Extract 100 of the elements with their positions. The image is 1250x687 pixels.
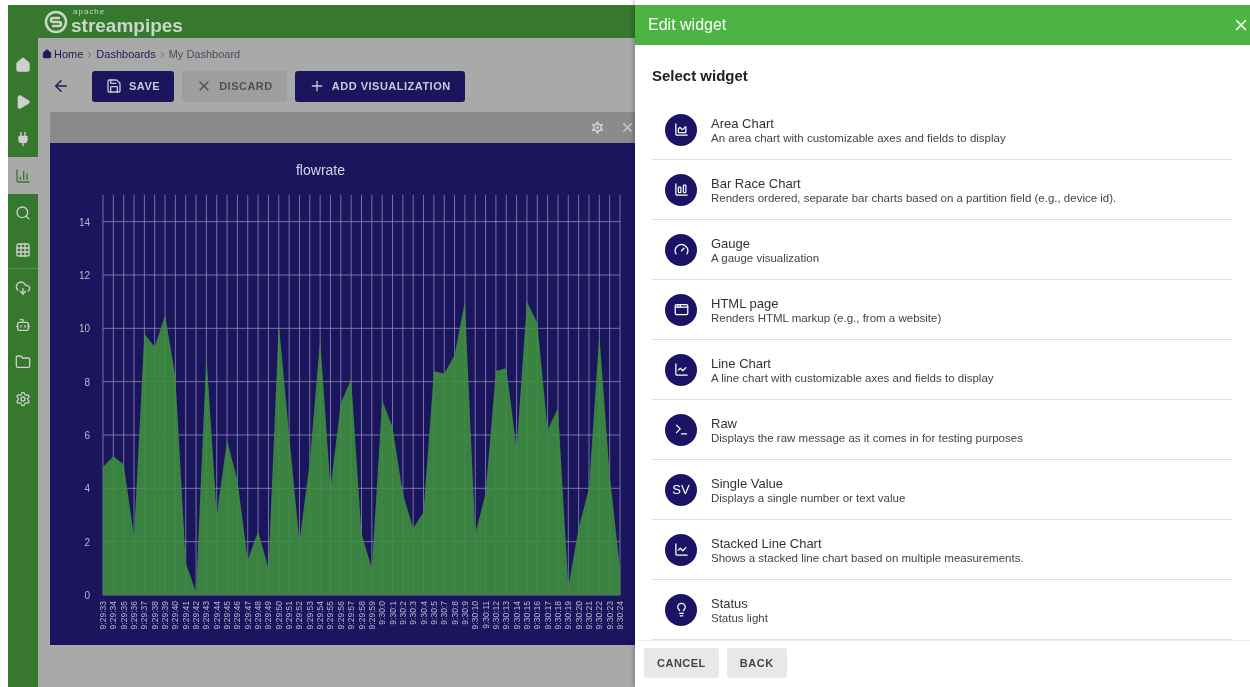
breadcrumb-link[interactable]: Dashboards [96, 48, 156, 60]
x-tick-label: 9:29:54 [315, 601, 326, 630]
x-tick-label: 9:29:59 [366, 601, 377, 630]
x-tick-label: 9:30:3 [408, 601, 419, 625]
widget-title: Status [711, 595, 749, 611]
gauge-icon [673, 242, 689, 257]
widget-option[interactable]: Gauge A gauge visualization [652, 220, 1232, 280]
widget-description: Shows a stacked line chart based on multiple measurements. [711, 551, 1024, 564]
x-tick-label: 9:29:46 [232, 601, 243, 630]
home-icon [42, 49, 52, 59]
x-tick-label: 9:29:34 [108, 601, 119, 630]
widget-description: Displays the raw message as it comes in for testing purposes [711, 431, 1023, 444]
x-tick-label: 9:29:39 [160, 601, 171, 630]
x-tick-label: 9:29:56 [335, 601, 346, 630]
x-tick-label: 9:29:57 [346, 601, 357, 630]
logo-text: streampipes [71, 16, 183, 35]
widget-title: Raw [711, 415, 738, 431]
widget-title: Stacked Line Chart [711, 535, 823, 551]
x-tick-label: 9:30:18 [552, 601, 563, 630]
toolbar-button[interactable]: ADD VISUALIZATION [294, 70, 465, 102]
x-tick-label: 9:30:12 [490, 601, 501, 630]
widget-title: Bar Race Chart [711, 175, 802, 191]
x-tick-label: 9:29:38 [149, 601, 160, 630]
home-icon [15, 56, 31, 73]
play-icon [15, 93, 31, 110]
x-tick-label: 9:30:22 [594, 601, 605, 630]
x-tick-label: 9:30:21 [584, 601, 594, 630]
settings-icon[interactable] [589, 119, 606, 136]
settings-icon [15, 390, 31, 407]
section-heading: Select widget [652, 67, 749, 84]
widget-title: Line Chart [711, 355, 772, 371]
widget-option[interactable]: Area Chart An area chart with customizable axes and fields to display [652, 100, 1232, 160]
x-tick-label: 9:29:43 [201, 601, 212, 630]
logo-icon [44, 9, 68, 34]
x-tick-label: 9:29:35 [118, 601, 129, 630]
logo-subtitle: apache [72, 8, 107, 16]
widget-option[interactable]: HTML page Renders HTML markup (e.g., from a website) [652, 280, 1232, 340]
x-tick-label: 9:29:44 [211, 601, 222, 630]
y-tick-label: 4 [84, 483, 90, 495]
x-tick-label: 9:30:16 [532, 601, 543, 630]
x-tick-label: 9:30:17 [542, 601, 553, 630]
x-tick-label: 9:29:33 [98, 601, 108, 630]
breadcrumb-link[interactable]: Home [54, 48, 84, 60]
x-tick-label: 9:29:50 [273, 601, 284, 630]
y-tick-label: 0 [84, 590, 90, 601]
x-tick-label: 9:29:45 [222, 601, 233, 630]
widget-option[interactable]: Line Chart A line chart with customizable axes and fields to display [652, 340, 1232, 400]
x-tick-label: 9:29:41 [180, 601, 191, 630]
line-chart-icon [673, 362, 689, 377]
x-tick-label: 9:30:8 [449, 601, 460, 625]
x-tick-label: 9:30:11 [480, 601, 491, 629]
x-tick-label: 9:30:14 [511, 601, 522, 630]
widget-title: Single Value [711, 475, 785, 491]
save-icon [106, 78, 122, 94]
dialog-title: Edit widget [648, 16, 727, 34]
window-icon [673, 302, 689, 317]
close-icon[interactable] [620, 120, 635, 135]
widget-description: Displays a single number or text value [711, 491, 906, 504]
widget-option[interactable]: SV Single Value Displays a single number or text value [652, 460, 1232, 520]
breadcrumb-link[interactable]: My Dashboard [168, 48, 241, 60]
search-icon [15, 204, 31, 221]
x-tick-label: 9:29:37 [139, 601, 150, 630]
x-tick-label: 9:30:19 [563, 601, 574, 630]
widget-title: Gauge [711, 235, 752, 251]
x-tick-label: 9:30:5 [428, 601, 439, 625]
x-tick-label: 9:29:51 [284, 601, 295, 630]
x-tick-label: 9:30:23 [604, 601, 615, 630]
x-tick-label: 9:29:58 [356, 601, 367, 630]
y-tick-label: 6 [84, 430, 90, 441]
y-tick-label: 12 [78, 270, 90, 281]
x-tick-label: 9:29:47 [242, 601, 253, 630]
widget-badge: SV [665, 473, 697, 506]
x-tick-label: 9:30:9 [459, 601, 470, 625]
x-tick-label: 9:30:1 [387, 601, 398, 625]
x-tick-label: 9:30:4 [418, 601, 429, 625]
plug-icon [15, 130, 31, 147]
robot-icon [15, 316, 31, 333]
x-tick-label: 9:30:15 [521, 601, 532, 630]
bar-chart-icon [673, 182, 689, 197]
sidebar-item[interactable] [8, 157, 38, 194]
y-tick-label: 2 [84, 536, 90, 548]
widget-option[interactable]: Bar Race Chart Renders ordered, separate bar charts based on a partition field (e.g., device id). [652, 160, 1232, 220]
y-tick-label: 8 [84, 376, 90, 388]
dialog-button[interactable]: BACK [726, 648, 787, 678]
x-tick-label: 9:30:7 [439, 601, 450, 625]
widget-option[interactable]: Stacked Line Chart Shows a stacked line chart based on multiple measurements. [652, 520, 1232, 580]
toolbar-button[interactable]: SAVE [92, 70, 175, 102]
widget-option[interactable]: Raw Displays the raw message as it comes in for testing purposes [652, 400, 1232, 460]
widget-description: Status light [711, 611, 768, 624]
x-tick-label: 9:30:10 [470, 601, 481, 630]
folder-icon [15, 353, 31, 370]
widget-description: A gauge visualization [711, 251, 820, 264]
line-chart-icon [673, 542, 689, 557]
y-tick-label: 14 [78, 216, 90, 228]
dialog-button[interactable]: CANCEL [644, 648, 719, 678]
x-tick-label: 9:30:24 [615, 601, 625, 630]
widget-option[interactable]: Status Status light [652, 580, 1232, 640]
grid-icon [15, 241, 31, 258]
x-tick-label: 9:29:52 [294, 601, 305, 630]
widget-description: Renders HTML markup (e.g., from a website) [711, 311, 942, 324]
